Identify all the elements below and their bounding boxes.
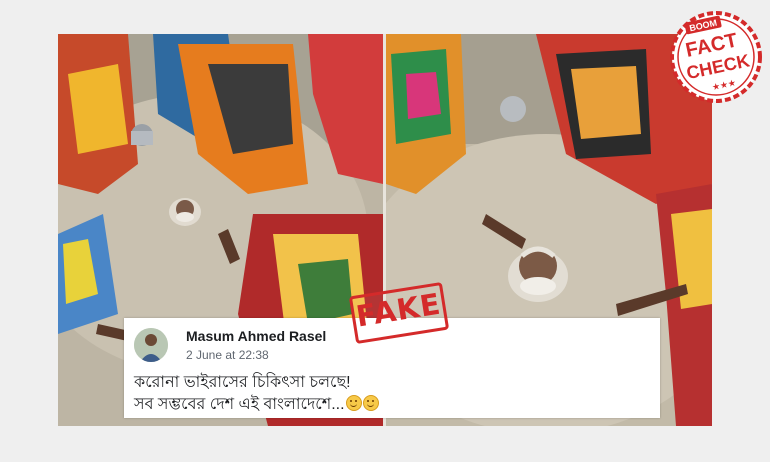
post-line-1: করোনা ভাইরাসের চিকিৎসা চলছে!: [134, 374, 351, 391]
post-line-2-text: সব সম্ভবের দেশ এই বাংলাদেশে...: [134, 396, 345, 413]
slightly-smiling-face-icon: [345, 395, 362, 411]
post-timestamp[interactable]: 2 June at 22:38: [186, 348, 269, 362]
slightly-smiling-face-icon: [362, 395, 379, 411]
post-line-2: সব সম্ভবের দেশ এই বাংলাদেশে...: [134, 394, 379, 416]
post-author[interactable]: Masum Ahmed Rasel: [186, 328, 326, 344]
post-body: করোনা ভাইরাসের চিকিৎসা চলছে! সব সম্ভবের …: [134, 372, 379, 416]
fact-check-badge: BOOM FACT CHECK ★★★: [670, 11, 762, 103]
avatar[interactable]: [134, 328, 168, 362]
